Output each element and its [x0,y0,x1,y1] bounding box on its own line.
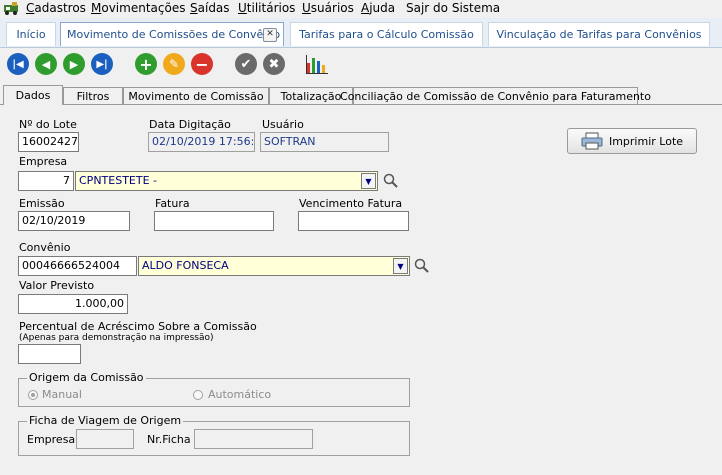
document-tab-bar: Início Movimento de Comissões de Convêni… [0,18,722,48]
confirm-button[interactable]: ✔ [235,53,257,75]
tab-label: Início [16,28,46,41]
emissao-label: Emissão [19,197,65,210]
tab-movimento-comissoes[interactable]: Movimento de Comissões de Convênio ✕ [60,22,284,46]
menu-usuarios[interactable]: Usuários [302,1,354,15]
origem-group: Origem da Comissão Manual Automático [18,371,410,407]
search-icon[interactable] [383,173,399,192]
app-icon [3,1,19,16]
previous-icon: ◀ [41,57,51,71]
cancel-button[interactable]: ✖ [263,53,285,75]
origem-title: Origem da Comissão [27,371,146,384]
tab-label: Totalização [280,89,342,103]
minus-icon: − [195,54,209,74]
first-icon: |◀ [12,58,24,70]
tab-dados[interactable]: Dados [3,85,63,105]
ficha-group: Ficha de Viagem de Origem Empresa Nr.Fic… [18,414,410,456]
ficha-title: Ficha de Viagem de Origem [27,414,184,427]
lote-field[interactable]: 1600242735 [18,132,79,152]
tab-filtros[interactable]: Filtros [63,87,123,104]
convenio-select[interactable]: ALDO FONSECA ▼ [138,256,410,276]
tab-label: Movimento de Comissões de Convênio [67,28,281,41]
menu-saidas[interactable]: Saídas [190,1,230,15]
tab-vinculacao[interactable]: Vinculação de Tarifas para Convênios [488,22,710,46]
check-icon: ✔ [240,56,252,72]
percentual-field[interactable] [18,344,81,364]
tab-conciliacao[interactable]: Conciliação de Comissão de Convênio para… [340,87,651,104]
ficha-empresa-label: Empresa [27,433,76,446]
add-button[interactable]: + [135,53,157,75]
plus-icon: + [139,54,153,74]
menu-utilitarios[interactable]: Utilitários [238,1,295,15]
chart-icon [306,55,328,74]
chevron-down-icon[interactable]: ▼ [361,173,376,189]
next-record-button[interactable]: ▶ [63,53,85,75]
valor-previsto-field[interactable]: 1.000,00 [18,294,128,314]
empresa-label: Empresa [19,155,68,168]
lote-label: Nº do Lote [19,118,77,131]
menu-cadastros[interactable]: Cadastros [26,1,86,15]
tab-label: Vinculação de Tarifas para Convênios [496,28,702,41]
search-icon[interactable] [414,258,430,277]
empresa-code-field[interactable]: 7 [18,171,74,191]
previous-record-button[interactable]: ◀ [35,53,57,75]
menu-bar: Cadastros Movimentações Saídas Utilitári… [0,0,722,18]
manual-label: Manual [42,388,82,401]
last-record-button[interactable]: ▶| [91,53,113,75]
manual-radio[interactable] [28,390,38,400]
menu-sair[interactable]: Sajr do Sistema [406,1,500,15]
tab-tarifas[interactable]: Tarifas para o Cálculo Comissão [290,22,483,46]
automatico-radio[interactable] [193,390,203,400]
ficha-nrficha-field [194,429,313,449]
menu-movimentacoes[interactable]: Movimentações [91,1,185,15]
percentual-note: (Apenas para demonstração na impressão) [19,333,214,343]
close-icon[interactable]: ✕ [263,28,277,42]
print-lote-label: Imprimir Lote [608,134,684,148]
convenio-label: Convênio [19,241,71,254]
emissao-field[interactable]: 02/10/2019 [18,211,130,231]
empresa-select[interactable]: CPNTESTETE - ▼ [75,171,378,191]
inner-tab-bar: Dados Filtros Movimento de Comissão Tota… [0,85,722,105]
tab-inicio[interactable]: Início [6,22,56,46]
x-icon: ✖ [268,56,280,72]
vencimento-field[interactable] [298,211,409,231]
tab-label: Dados [15,89,51,102]
last-icon: ▶| [96,58,108,70]
chevron-down-icon[interactable]: ▼ [393,258,408,274]
fatura-label: Fatura [155,197,190,210]
fatura-field[interactable] [154,211,274,231]
ficha-empresa-field [76,429,134,449]
convenio-code-field[interactable]: 00046666524004 [18,256,137,276]
convenio-select-value: ALDO FONSECA [142,259,229,272]
tab-movimento-comissao[interactable]: Movimento de Comissão [123,87,269,104]
menu-ajuda[interactable]: Ajuda [361,1,395,15]
tab-label: Movimento de Comissão [128,89,264,103]
first-record-button[interactable]: |◀ [7,53,29,75]
data-digitacao-label: Data Digitação [149,118,231,131]
usuario-label: Usuário [262,118,304,131]
tab-label: Tarifas para o Cálculo Comissão [299,28,474,41]
percentual-label: Percentual de Acréscimo Sobre a Comissão [19,320,257,333]
report-button[interactable] [305,53,329,75]
empresa-select-value: CPNTESTETE - [79,174,157,187]
vencimento-label: Vencimento Fatura [299,197,403,210]
valor-previsto-label: Valor Previsto [19,279,95,292]
next-icon: ▶ [69,57,79,71]
tab-label: Filtros [76,89,110,103]
usuario-field: SOFTRAN [260,132,389,152]
print-lote-button[interactable]: Imprimir Lote [567,128,697,154]
printer-icon [581,132,603,150]
automatico-label: Automático [208,388,272,401]
data-digitacao-field: 02/10/2019 17:56:13 [148,132,255,152]
edit-button[interactable]: ✎ [163,53,185,75]
tab-label: Conciliação de Comissão de Convênio para… [340,89,651,103]
delete-button[interactable]: − [191,53,213,75]
ficha-nrficha-label: Nr.Ficha [147,433,191,446]
pencil-icon: ✎ [168,57,180,71]
